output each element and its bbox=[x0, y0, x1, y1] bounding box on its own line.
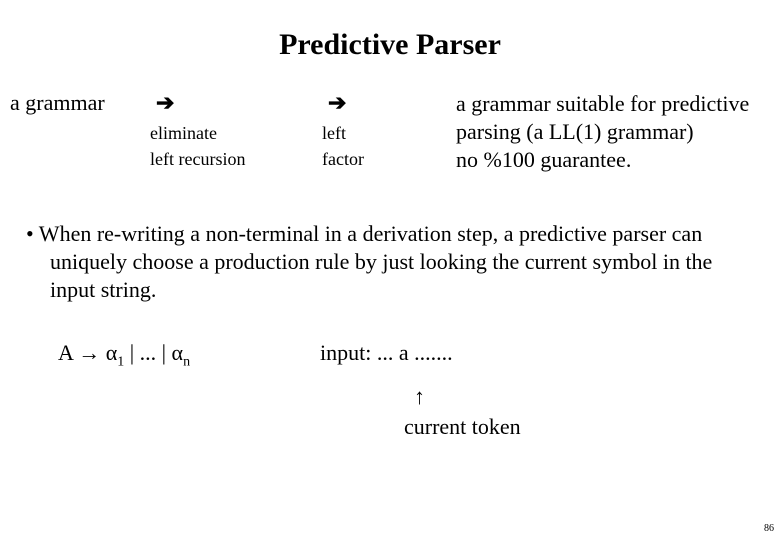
step1-line2: left recursion bbox=[150, 146, 245, 172]
grammar-label-left: a grammar bbox=[10, 90, 105, 116]
bullet-text: • When re-writing a non-terminal in a de… bbox=[0, 220, 780, 304]
step2-line1: left bbox=[322, 120, 364, 146]
page-number: 86 bbox=[764, 523, 774, 534]
arrow-up-icon: ↑ bbox=[414, 388, 425, 406]
right-line2: parsing (a LL(1) grammar) bbox=[456, 118, 749, 146]
step2-line2: factor bbox=[322, 146, 364, 172]
grammar-label-right: a grammar suitable for predictive parsin… bbox=[456, 90, 749, 174]
step1-line1: eliminate bbox=[150, 120, 245, 146]
rule-lhs: A bbox=[58, 340, 73, 365]
rule-subn: n bbox=[183, 354, 190, 369]
step-left-factor: left factor bbox=[322, 120, 364, 172]
rule-alpha1: α bbox=[106, 340, 118, 365]
rule-arrow: → bbox=[78, 340, 100, 365]
right-line3: no %100 guarantee. bbox=[456, 146, 749, 174]
arrow-icon: ➔ bbox=[156, 90, 174, 116]
rule-mid: | ... | bbox=[124, 340, 171, 365]
rule-alphan: α bbox=[172, 340, 184, 365]
transformation-diagram: a grammar ➔ eliminate left recursion ➔ l… bbox=[0, 90, 780, 190]
rule-expression: A → α1 | ... | αn bbox=[58, 340, 190, 370]
production-rule: A → α1 | ... | αn input: ... a ....... bbox=[0, 340, 780, 370]
arrow-icon: ➔ bbox=[328, 90, 346, 116]
step-eliminate: eliminate left recursion bbox=[150, 120, 245, 172]
page-title: Predictive Parser bbox=[0, 0, 780, 62]
current-token-label: current token bbox=[404, 414, 521, 440]
slide: Predictive Parser a grammar ➔ eliminate … bbox=[0, 0, 780, 540]
right-line1: a grammar suitable for predictive bbox=[456, 90, 749, 118]
input-string: input: ... a ....... bbox=[320, 340, 453, 366]
